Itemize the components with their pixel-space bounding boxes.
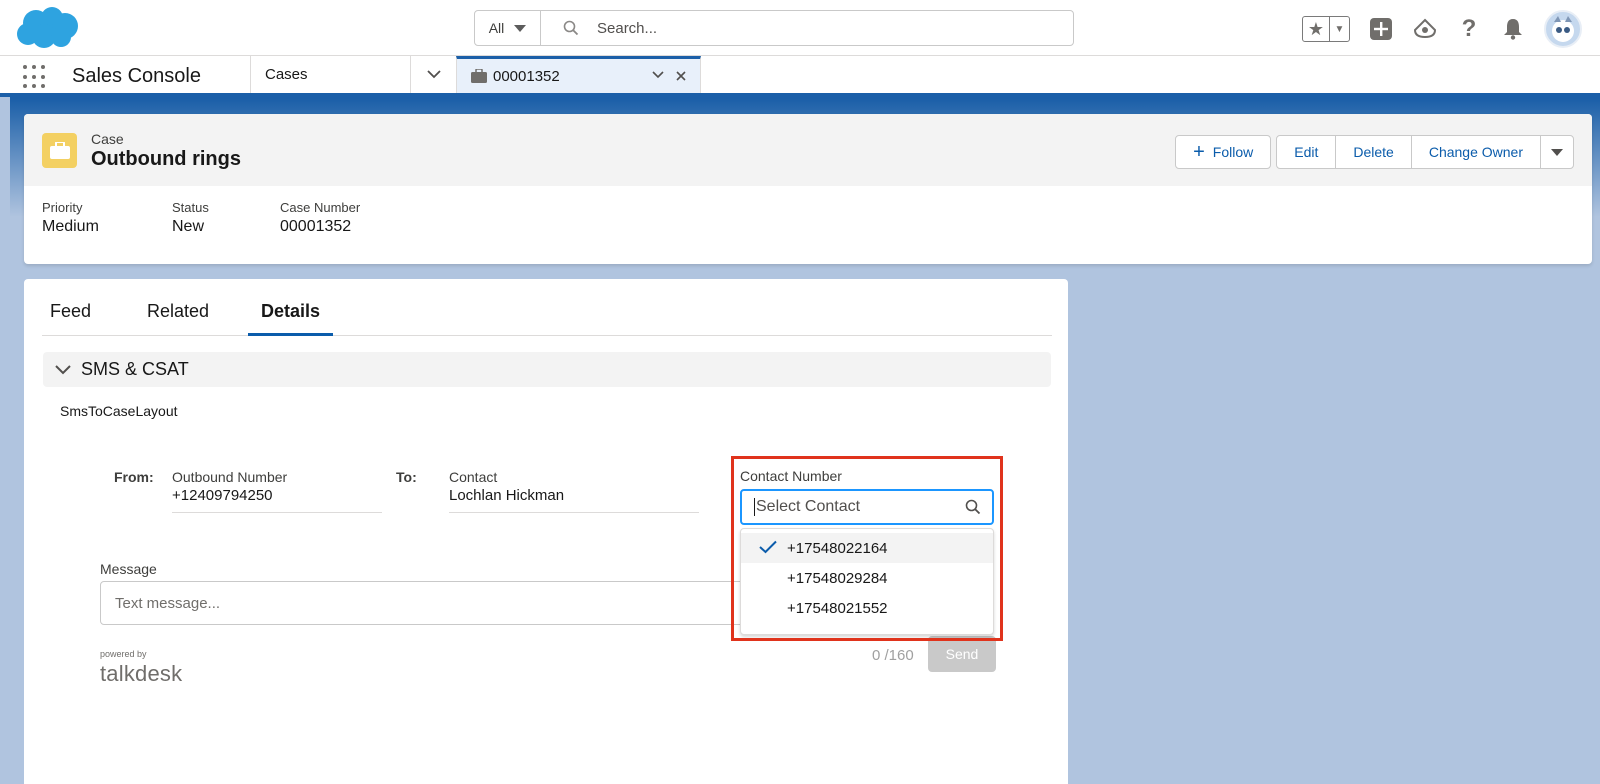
workspace-tab-case[interactable]: 00001352 <box>456 56 701 93</box>
record-object-type: Case <box>91 131 124 147</box>
notification-bell-icon[interactable] <box>1500 16 1526 42</box>
favorites-button[interactable]: ★ ▼ <box>1302 16 1350 42</box>
send-button[interactable]: Send <box>928 636 996 672</box>
from-label: From: <box>114 469 154 485</box>
search-placeholder: Search... <box>597 19 658 37</box>
search-icon <box>563 20 579 36</box>
edit-button-label: Edit <box>1294 144 1319 160</box>
chevron-down-icon <box>55 364 71 374</box>
record-title: Outbound rings <box>91 148 241 170</box>
global-search: All Search... <box>474 10 1074 46</box>
section-title: SMS & CSAT <box>81 359 189 379</box>
salesforce-logo[interactable] <box>14 5 80 51</box>
character-counter: 0 /160 <box>872 647 914 664</box>
highlight-fields: Priority Medium Status New Case Number 0… <box>42 200 404 236</box>
follow-button-label: Follow <box>1212 144 1254 160</box>
app-launcher-icon[interactable] <box>23 65 47 89</box>
tab-feed[interactable]: Feed <box>50 301 91 336</box>
close-icon[interactable] <box>676 71 686 81</box>
more-actions-button[interactable] <box>1540 135 1574 169</box>
help-icon[interactable]: ? <box>1456 15 1482 42</box>
chevron-down-icon[interactable]: ▼ <box>1330 17 1349 41</box>
case-number-label: Case Number <box>280 200 361 215</box>
tab-related[interactable]: Related <box>147 301 209 336</box>
add-icon[interactable] <box>1368 16 1394 42</box>
nav-menu-button[interactable] <box>410 56 456 93</box>
delete-button-label: Delete <box>1353 144 1394 160</box>
change-owner-button[interactable]: Change Owner <box>1410 135 1541 169</box>
outbound-number-value: +12409794250 <box>172 487 273 504</box>
change-owner-button-label: Change Owner <box>1428 144 1523 160</box>
powered-by-label: powered by <box>100 649 147 659</box>
outbound-number-field: +12409794250 <box>172 479 382 513</box>
message-label: Message <box>100 561 157 577</box>
trailhead-icon[interactable] <box>1412 16 1438 42</box>
contact-value: Lochlan Hickman <box>449 487 565 504</box>
case-object-icon <box>42 133 77 168</box>
tab-details[interactable]: Details <box>248 301 334 336</box>
plus-icon: + <box>1193 141 1205 163</box>
record-tabs: Feed Related Details <box>42 279 1052 336</box>
user-avatar[interactable] <box>1544 10 1582 48</box>
console-nav-bar: Sales Console Cases 00001352 <box>0 56 1600 97</box>
field-case-number: Case Number 00001352 <box>280 200 360 236</box>
contact-field: Lochlan Hickman <box>449 479 699 513</box>
header-utility-icons: ★ ▼ ? <box>1302 10 1582 48</box>
field-priority: Priority Medium <box>42 200 128 236</box>
app-name: Sales Console <box>72 65 201 87</box>
to-label: To: <box>396 469 417 485</box>
search-scope-label: All <box>488 20 505 36</box>
highlight-box <box>731 456 1003 641</box>
status-value: New <box>172 218 205 235</box>
talkdesk-logo: talkdesk <box>100 661 183 686</box>
caret-down-icon <box>514 24 527 32</box>
send-button-label: Send <box>945 646 979 662</box>
caret-down-icon <box>1551 148 1563 156</box>
status-label: Status <box>172 200 209 215</box>
delete-button[interactable]: Delete <box>1335 135 1412 169</box>
nav-item-cases-label: Cases <box>265 66 308 83</box>
global-header: All Search... ★ ▼ ? <box>0 0 1600 56</box>
message-placeholder: Text message... <box>115 594 221 612</box>
chevron-down-icon <box>426 70 441 79</box>
case-icon <box>471 69 487 83</box>
priority-value: Medium <box>42 218 99 235</box>
record-actions: + Follow Edit Delete Change Owner <box>1175 135 1574 169</box>
workspace-tab-label: 00001352 <box>493 67 560 85</box>
edit-button[interactable]: Edit <box>1276 135 1337 169</box>
search-scope-dropdown[interactable]: All <box>475 11 541 45</box>
record-highlights-panel: Case Outbound rings + Follow Edit Delete… <box>24 114 1592 264</box>
chevron-down-icon[interactable] <box>652 71 664 79</box>
priority-label: Priority <box>42 200 83 215</box>
case-number-value: 00001352 <box>280 218 352 235</box>
nav-item-cases[interactable]: Cases <box>250 56 410 93</box>
field-status: Status New <box>172 200 236 236</box>
follow-button[interactable]: + Follow <box>1175 135 1272 169</box>
star-icon[interactable]: ★ <box>1303 17 1330 41</box>
record-header-top: Case Outbound rings + Follow Edit Delete… <box>24 114 1592 186</box>
section-header-sms-csat[interactable]: SMS & CSAT <box>43 352 1051 387</box>
search-input[interactable]: Search... <box>541 11 1073 45</box>
layout-name: SmsToCaseLayout <box>60 403 178 419</box>
